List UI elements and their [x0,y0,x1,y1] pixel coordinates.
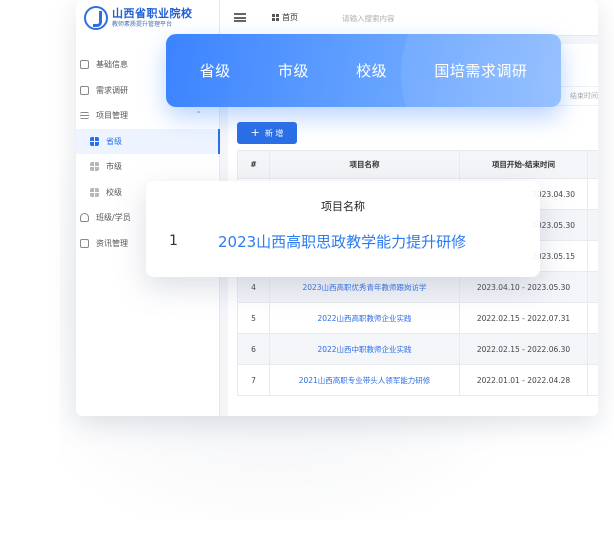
table-row[interactable]: 6 2022山西中职教师企业实践 2022.02.15 - 2022.06.30 [237,333,598,365]
table-cell-index: 7 [237,364,270,396]
edit-icon [80,85,89,95]
tab-municipal[interactable]: 市级 [278,60,309,81]
table-cell-period: 2022.02.15 - 2022.06.30 [459,333,588,365]
add-button[interactable]: + 新 增 [237,122,297,144]
sidebar-item-label: 市级 [106,162,122,172]
sidebar-item-label: 省级 [106,136,122,146]
sidebar-item-provincial[interactable]: 省级 [76,128,220,154]
sidebar-item-label: 基础信息 [96,60,128,70]
card-column-header: 项目名称 [321,200,365,213]
tab-school[interactable]: 校级 [356,60,387,81]
sidebar-item-label: 班级/学员 [96,213,131,223]
table-cell-name-link[interactable]: 2022山西中职教师企业实践 [269,333,460,365]
grid-icon [90,162,99,172]
logo: 山西省职业院校 教师素质提升管理平台 [84,6,193,30]
column-header-name: 项目名称 [269,150,460,179]
user-icon [80,213,89,223]
chevron-up-icon: ⌃ [195,110,202,119]
table-row[interactable]: 7 2021山西高职专业带头人领军能力研修 2022.01.01 - 2022.… [237,364,598,396]
tab-provincial[interactable]: 省级 [200,60,231,81]
card-row-index: 1 [169,233,178,249]
level-tab-bar: 省级 市级 校级 国培需求调研 [166,34,561,107]
doc-icon [80,60,89,70]
table-row[interactable]: 5 2022山西高职教师企业实践 2022.02.15 - 2022.07.31 [237,302,598,334]
project-detail-card: 项目名称 1 2023山西高职思政教学能力提升研修 [146,181,540,277]
logo-title: 山西省职业院校 [112,7,193,20]
message-icon [80,238,89,248]
table-cell-index: 5 [237,302,270,334]
sidebar-item-municipal[interactable]: 市级 [76,154,220,180]
sidebar-item-label: 项目管理 [96,111,128,121]
card-project-name-link[interactable]: 2023山西高职思政教学能力提升研修 [218,231,466,252]
list-icon [80,112,89,120]
breadcrumb-home[interactable]: 首页 [282,12,298,23]
faded-label: 结束时间 [570,92,598,100]
table-cell-period: 2022.01.01 - 2022.04.28 [459,364,588,396]
table-cell-index: 6 [237,333,270,365]
table-cell-period: 2022.02.15 - 2022.07.31 [459,302,588,334]
add-button-label: 新 增 [264,128,284,138]
tab-national-survey[interactable]: 国培需求调研 [434,60,527,81]
column-header-period: 项目开始-结束时间 [459,150,588,179]
sidebar-item-label: 资讯管理 [96,238,128,248]
column-header-extra [587,150,598,179]
grid-icon [90,187,99,197]
sidebar-item-label: 需求调研 [96,85,128,95]
menu-toggle-icon[interactable] [234,13,246,22]
top-bar: 首页 [220,0,598,36]
grid-icon [90,136,99,146]
search-input[interactable] [342,10,492,26]
logo-icon [84,6,108,30]
table-cell-name-link[interactable]: 2022山西高职教师企业实践 [269,302,460,334]
plus-icon: + [250,126,260,139]
column-header-index: # [237,150,270,179]
home-icon [272,14,279,21]
logo-subtitle: 教师素质提升管理平台 [112,21,173,28]
table-cell-name-link[interactable]: 2021山西高职专业带头人领军能力研修 [269,364,460,396]
table-header-row: # 项目名称 项目开始-结束时间 [237,150,598,179]
sidebar-item-label: 校级 [106,187,122,197]
